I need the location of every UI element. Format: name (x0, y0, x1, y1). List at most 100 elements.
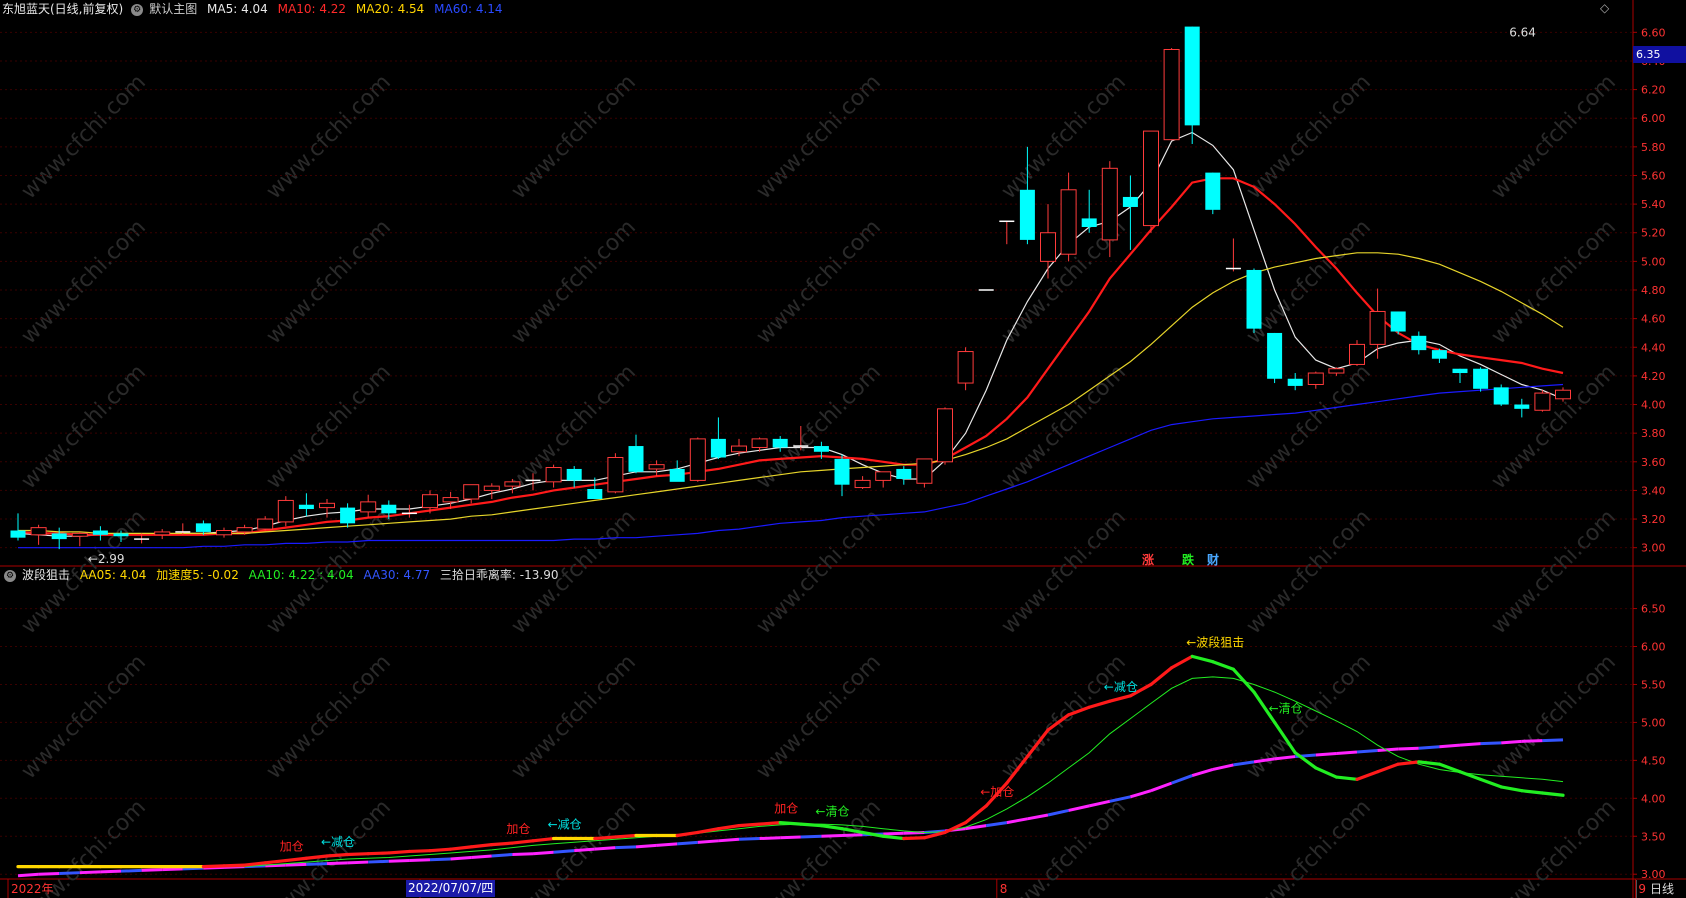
candle-body-up (483, 485, 500, 491)
signal-label: 加仓 (506, 822, 530, 836)
badge-die[interactable]: 跌 (1182, 551, 1194, 568)
signal-label: 加仓 (280, 840, 304, 854)
candle (1060, 172, 1077, 262)
aa05-segment (531, 836, 556, 843)
aa30-segment (615, 845, 637, 850)
watermark-text: www.cfchi.com (507, 70, 641, 204)
candle-body-down (1411, 335, 1427, 351)
main-y-tick-label: 6.60 (1641, 26, 1666, 39)
aa30-segment (656, 842, 678, 847)
sub-y-tick-label: 4.50 (1641, 754, 1666, 767)
aa05-segment (1458, 770, 1483, 781)
candle-body-down (1246, 269, 1262, 329)
settings-gear-icon[interactable]: ⚙ (131, 3, 144, 16)
template-name[interactable]: 默认主图 (149, 2, 197, 16)
candle-body-down (113, 533, 129, 537)
accel-value: 加速度5: -0.02 (156, 568, 239, 582)
candle-body-down (195, 523, 211, 532)
stock-title[interactable]: 东旭蓝天(日线,前复权) (2, 2, 123, 16)
aa30-segment (512, 852, 534, 856)
candle-body-down (710, 438, 726, 458)
aa30-segment (718, 837, 740, 843)
indicator-name[interactable]: 波段狙击 (22, 568, 70, 582)
sub-y-tick-label: 5.50 (1641, 678, 1666, 691)
candle (154, 529, 171, 540)
aa30-segment (100, 869, 122, 874)
signal-label: ←波段狙击 (1186, 634, 1244, 649)
watermark-text: www.cfchi.com (997, 360, 1131, 494)
candle (875, 471, 892, 488)
main-y-tick-label: 4.60 (1641, 313, 1666, 326)
candle-body-up (1163, 48, 1180, 141)
aa05-segment (1314, 766, 1339, 779)
candle (669, 460, 685, 482)
aa30-segment (1377, 747, 1399, 752)
period-button[interactable]: 日线 (1636, 880, 1686, 898)
signal-label: 加仓 (774, 802, 798, 816)
candle-body-down (566, 468, 582, 481)
candle-body-up (854, 479, 871, 489)
watermark-text: www.cfchi.com (1487, 650, 1621, 784)
diamond-icon[interactable]: ◇ (1600, 1, 1609, 15)
watermark-text: www.cfchi.com (752, 650, 886, 784)
badge-cai[interactable]: 财 (1207, 551, 1219, 568)
aa30-segment (697, 839, 719, 844)
aa05-segment (510, 839, 535, 845)
indicator-gear-icon[interactable]: ⚙ (4, 569, 16, 582)
badge-zhang[interactable]: 涨 (1142, 551, 1154, 568)
aa05-segment (243, 861, 267, 867)
candle (277, 496, 294, 527)
main-y-tick-label: 4.40 (1641, 341, 1666, 354)
aa05-segment (469, 843, 494, 849)
aa30-segment (1336, 750, 1358, 756)
aa30-segment (429, 857, 451, 862)
watermark-text: www.cfchi.com (262, 215, 396, 349)
aa30-segment (1356, 748, 1378, 754)
candle (483, 483, 500, 500)
candle (689, 437, 706, 482)
candle (710, 417, 726, 459)
candle-body-down (10, 530, 26, 538)
ma20-value: MA20: 4.54 (355, 2, 425, 16)
candle-body-down (1019, 189, 1035, 240)
main-y-tick-label: 6.20 (1641, 84, 1666, 97)
ma60-value: MA60: 4.14 (434, 2, 503, 16)
watermark-text: www.cfchi.com (997, 505, 1131, 639)
candle (401, 504, 417, 518)
candle (1040, 204, 1056, 279)
candle (1431, 348, 1447, 364)
candle (937, 407, 953, 465)
candle (340, 503, 356, 528)
candle-body-up (1328, 368, 1345, 374)
aa05-segment (1396, 760, 1421, 766)
sub-chart-header: ⚙ 波段狙击 AA05: 4.04 加速度5: -0.02 AA10: 4.22 … (2, 566, 564, 584)
aa30-segment (677, 840, 698, 846)
candle-body-down (1431, 350, 1447, 359)
aa30-segment (574, 847, 595, 853)
sub-y-tick-label: 3.50 (1641, 830, 1666, 843)
candle-body-up (916, 458, 933, 484)
aa30-segment (594, 846, 616, 851)
price-annotation: 6.64 (1509, 26, 1536, 40)
chart-canvas[interactable]: www.cfchi.com www.cfchi.com www.cfchi.com w… (0, 0, 1686, 898)
candle (216, 527, 232, 538)
aa05-segment (346, 852, 370, 857)
aa30-segment (471, 854, 492, 860)
aa05-segment (696, 827, 721, 835)
aa05-value: AA05: 4.04 (79, 568, 147, 582)
watermark-text: www.cfchi.com (1242, 70, 1376, 204)
aa05-segment (1499, 785, 1524, 793)
aa05-segment (593, 835, 618, 841)
aa05-segment (407, 849, 432, 854)
main-y-tick-label: 5.40 (1641, 198, 1666, 211)
candle (1493, 384, 1509, 406)
main-y-tick-label: 6.00 (1641, 112, 1666, 125)
candle-body-up (154, 531, 171, 536)
watermark-text: www.cfchi.com (752, 360, 886, 494)
aa30-segment (553, 849, 575, 854)
candle-body-down (1267, 332, 1283, 379)
candle-body-down (1081, 218, 1097, 228)
aa30-segment (1212, 763, 1234, 771)
candle (628, 434, 644, 474)
candle (1143, 130, 1159, 233)
